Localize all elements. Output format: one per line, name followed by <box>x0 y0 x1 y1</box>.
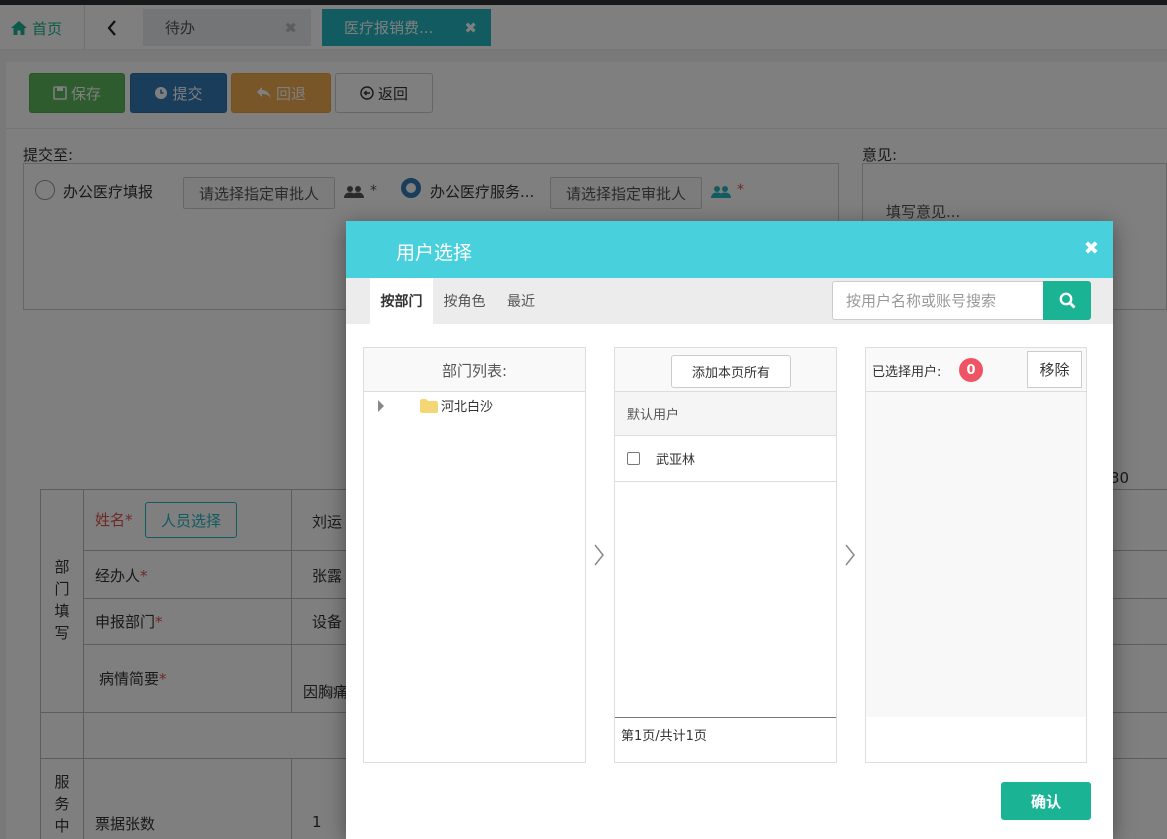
tab-by-role[interactable]: 按角色 <box>433 278 496 324</box>
tree-node-hebei-baisha[interactable]: 河北白沙 <box>378 396 493 415</box>
user-list-panel: 添加本页所有 默认用户 武亚林 第1页/共计1页 <box>614 347 837 763</box>
confirm-button[interactable]: 确认 <box>1001 782 1091 820</box>
caret-right-icon[interactable] <box>378 399 384 412</box>
user-select-modal: 用户选择 ✖ 按部门 按角色 最近 按用户名称或账号搜索 部门列表: 河北白沙 … <box>346 221 1113 839</box>
remove-button[interactable]: 移除 <box>1027 351 1082 388</box>
modal-title: 用户选择 <box>396 242 473 264</box>
dept-list-header: 部门列表: <box>364 348 585 392</box>
user-search-input[interactable]: 按用户名称或账号搜索 <box>832 281 1044 320</box>
folder-icon <box>420 398 438 413</box>
selected-users-panel: 已选择用户: 0 移除 <box>865 347 1087 763</box>
selected-header: 已选择用户: 0 移除 <box>866 348 1086 392</box>
user-checkbox[interactable] <box>627 452 640 465</box>
user-name: 武亚林 <box>656 453 696 468</box>
tree-node-label: 河北白沙 <box>441 400 494 415</box>
tab-by-department[interactable]: 按部门 <box>370 278 433 324</box>
selected-users-label: 已选择用户: <box>872 365 942 380</box>
tab-recent[interactable]: 最近 <box>496 278 546 324</box>
selected-users-list <box>866 392 1086 717</box>
search-button[interactable] <box>1043 281 1091 320</box>
selected-count-badge: 0 <box>959 358 983 382</box>
add-all-on-page-button[interactable]: 添加本页所有 <box>671 355 791 388</box>
close-icon[interactable]: ✖ <box>1084 238 1099 259</box>
user-list-header: 添加本页所有 <box>615 348 836 392</box>
modal-header: 用户选择 ✖ <box>346 221 1113 278</box>
default-users-header: 默认用户 <box>615 392 836 436</box>
pager-divider <box>615 717 836 718</box>
dept-list-title: 部门列表: <box>441 361 508 380</box>
search-icon <box>1059 292 1075 309</box>
pagination-text: 第1页/共计1页 <box>621 729 707 744</box>
chevron-right-icon <box>594 544 604 566</box>
chevron-right-icon <box>845 544 855 566</box>
department-list-panel: 部门列表: 河北白沙 <box>363 347 586 763</box>
list-item[interactable]: 武亚林 <box>615 436 836 482</box>
